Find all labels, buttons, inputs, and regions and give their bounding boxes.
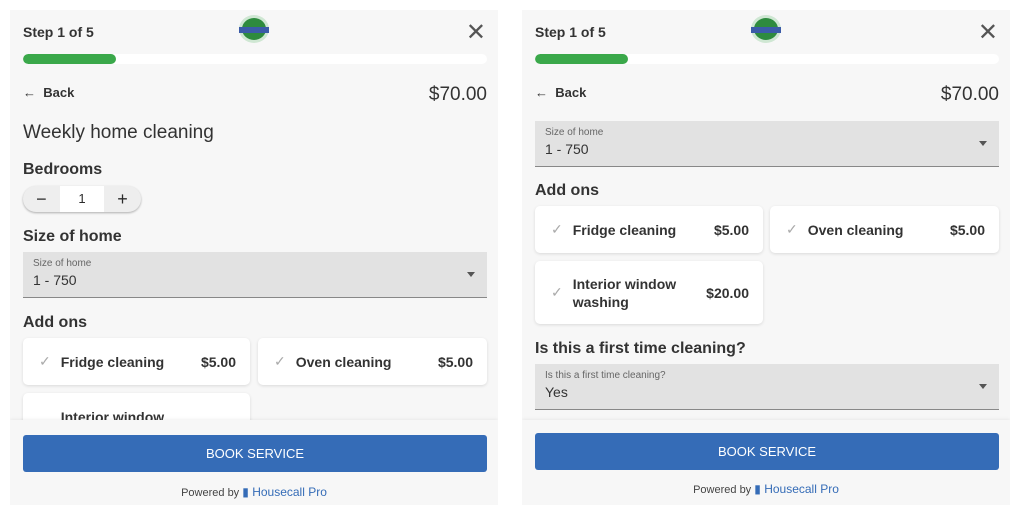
plus-button[interactable]: + [104, 189, 141, 210]
back-label: Back [555, 85, 587, 100]
size-of-home-select[interactable]: Size of home 1 - 750 [535, 121, 999, 167]
progress-bar [535, 54, 999, 64]
addon-price: $20.00 [706, 284, 749, 301]
book-service-button[interactable]: BOOK SERVICE [23, 435, 487, 472]
addon-name: Oven cleaning [295, 353, 392, 370]
size-of-home-label: Size of home [23, 228, 122, 245]
bedrooms-stepper: − 1 + [23, 186, 141, 212]
check-icon: ✓ [551, 221, 563, 237]
company-logo [239, 15, 269, 43]
select-value: 1 - 750 [545, 141, 589, 157]
select-value: Yes [545, 384, 568, 400]
powered-by-text: Powered by [181, 487, 240, 499]
first-time-select[interactable]: Is this a first time cleaning? Yes [535, 364, 999, 410]
check-icon: ✓ [786, 221, 798, 237]
step-indicator: Step 1 of 5 [535, 24, 606, 40]
powered-by: Powered by ▮ Housecall Pro [522, 482, 1010, 496]
addon-card[interactable]: ✓ Fridge cleaning $5.00 [23, 338, 250, 385]
back-button[interactable]: ← Back [535, 85, 586, 100]
progress-fill [535, 54, 628, 64]
caret-down-icon [467, 272, 475, 281]
book-service-button[interactable]: BOOK SERVICE [535, 433, 999, 470]
select-label: Size of home [33, 258, 92, 269]
housecall-pro-logo[interactable]: ▮ Housecall Pro [754, 482, 839, 496]
powered-by: Powered by ▮ Housecall Pro [10, 485, 498, 499]
select-label: Is this a first time cleaning? [545, 370, 666, 381]
addon-price: $5.00 [949, 221, 985, 238]
add-ons-label: Add ons [23, 314, 87, 331]
housecall-pro-logo[interactable]: ▮ Housecall Pro [242, 485, 327, 499]
addon-price: $5.00 [437, 353, 473, 370]
company-logo [751, 15, 781, 43]
addon-name: Oven cleaning [807, 221, 904, 238]
progress-bar [23, 54, 487, 64]
arrow-left-icon: ← [23, 85, 36, 100]
check-icon: ✓ [274, 353, 286, 369]
footer: BOOK SERVICE Powered by ▮ Housecall Pro [10, 420, 498, 505]
addon-name: Interior window washing [572, 275, 677, 310]
powered-by-text: Powered by [693, 484, 752, 496]
arrow-left-icon: ← [535, 85, 548, 100]
check-icon: ✓ [39, 353, 51, 369]
addon-name: Fridge cleaning [572, 221, 677, 238]
first-time-label: Is this a first time cleaning? [535, 340, 746, 357]
bedrooms-value[interactable]: 1 [59, 186, 105, 212]
addon-card[interactable]: ✓ Oven cleaning $5.00 [258, 338, 487, 385]
close-icon[interactable]: ✕ [466, 18, 486, 47]
caret-down-icon [979, 384, 987, 393]
select-label: Size of home [545, 127, 604, 138]
addon-name: Fridge cleaning [60, 353, 165, 370]
check-icon: ✓ [551, 284, 563, 300]
size-of-home-select[interactable]: Size of home 1 - 750 [23, 252, 487, 298]
bedrooms-label: Bedrooms [23, 161, 103, 178]
addon-card[interactable]: ✓ Oven cleaning $5.00 [770, 206, 999, 253]
back-label: Back [43, 85, 75, 100]
brand-name: Housecall Pro [764, 482, 839, 496]
addon-price: $5.00 [200, 353, 236, 370]
brand-name: Housecall Pro [252, 485, 327, 499]
addon-card[interactable]: ✓ Fridge cleaning $5.00 [535, 206, 763, 253]
footer: BOOK SERVICE Powered by ▮ Housecall Pro [522, 420, 1010, 505]
booking-panel-right: Step 1 of 5 ✕ ← Back $70.00 Size of home… [522, 10, 1010, 505]
service-title: Weekly home cleaning [23, 122, 214, 143]
addon-card[interactable]: ✓ Interior window washing $20.00 [535, 261, 763, 324]
addon-price: $5.00 [713, 221, 749, 238]
total-price: $70.00 [428, 84, 487, 105]
back-button[interactable]: ← Back [23, 85, 74, 100]
minus-button[interactable]: − [23, 189, 60, 210]
caret-down-icon [979, 141, 987, 150]
add-ons-label: Add ons [535, 182, 599, 199]
step-indicator: Step 1 of 5 [23, 24, 94, 40]
close-icon[interactable]: ✕ [978, 18, 998, 47]
total-price: $70.00 [940, 84, 999, 105]
booking-panel-left: Step 1 of 5 ✕ ← Back $70.00 Weekly home … [10, 10, 498, 505]
progress-fill [23, 54, 116, 64]
select-value: 1 - 750 [33, 272, 77, 288]
